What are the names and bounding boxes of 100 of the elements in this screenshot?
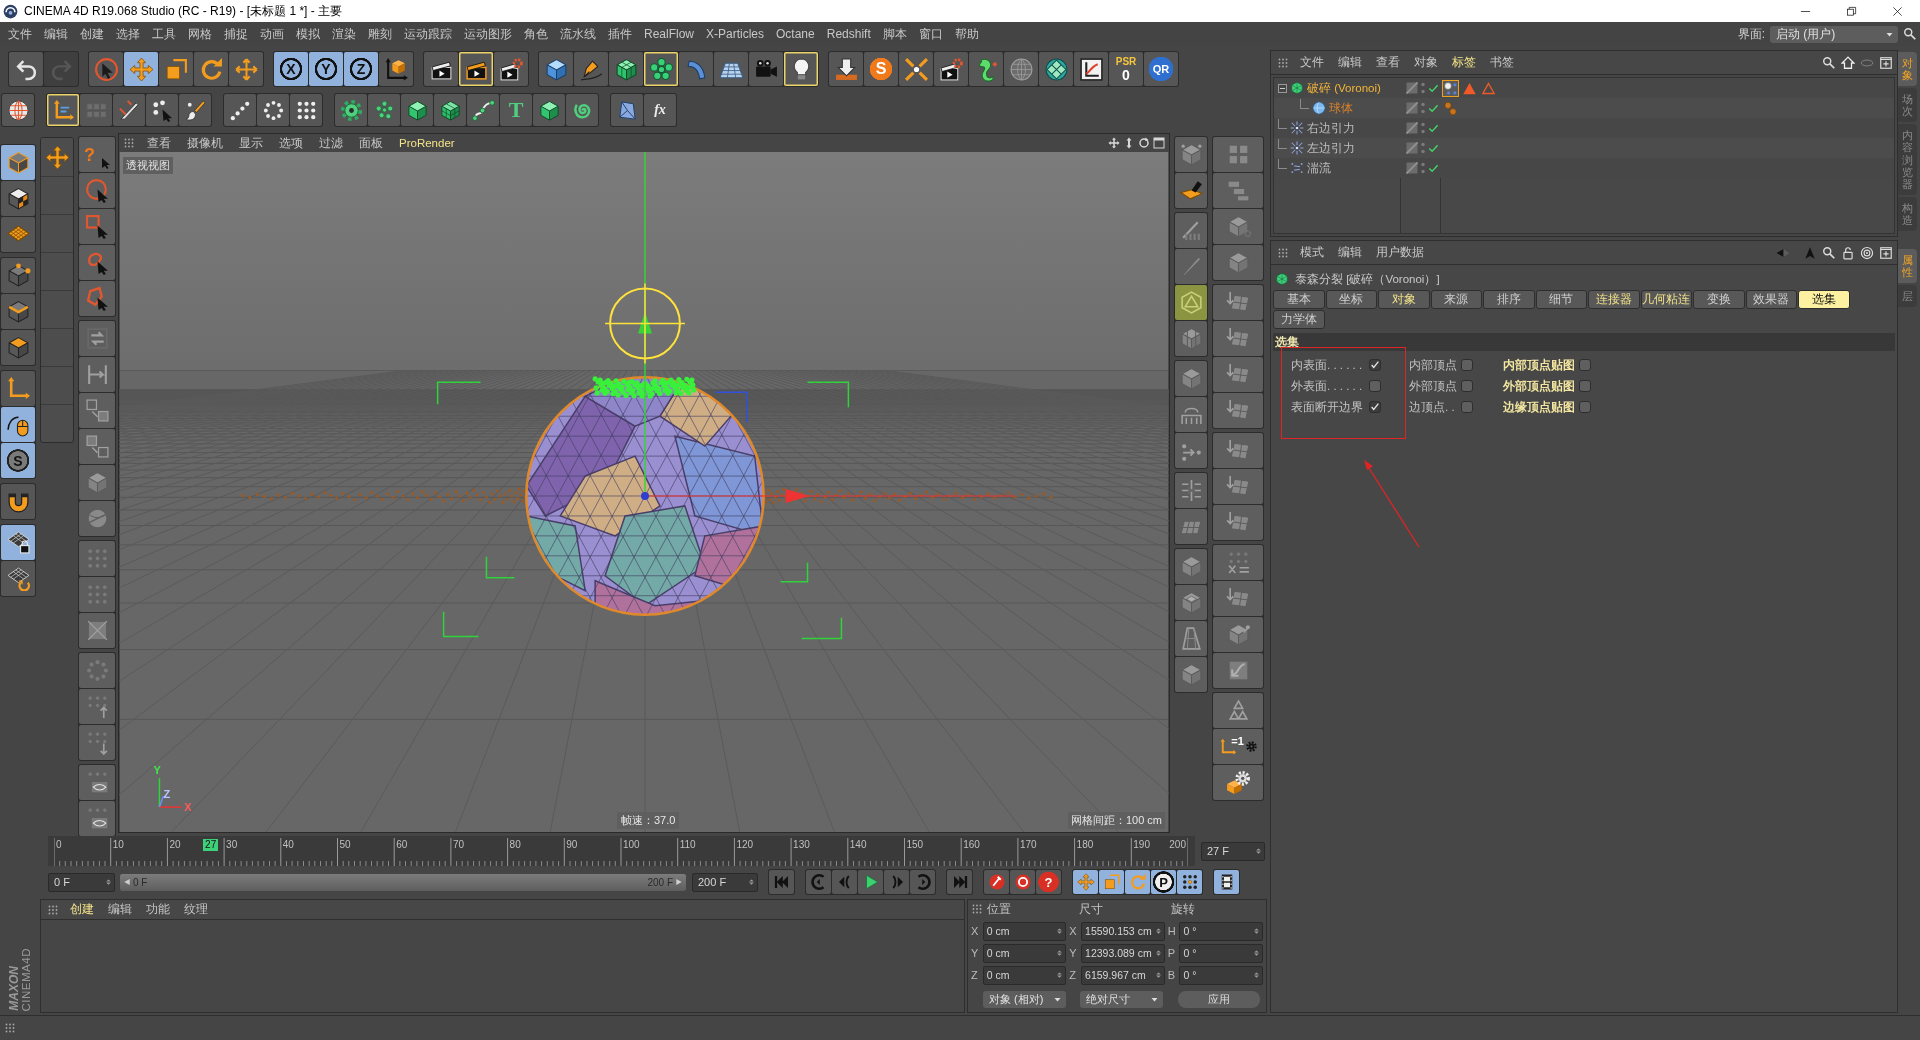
menu-item[interactable]: 编辑 — [101, 902, 139, 917]
visibility-dots-icon[interactable] — [1421, 102, 1425, 114]
snap-button[interactable]: S — [1, 443, 35, 478]
rotate-icon[interactable] — [1138, 137, 1150, 149]
points-cluster-button[interactable] — [368, 94, 400, 126]
clapperboard-button[interactable] — [934, 52, 968, 86]
dynamics-button[interactable] — [829, 52, 863, 86]
checkbox[interactable] — [1369, 359, 1381, 371]
menu-item[interactable]: 用户数据 — [1369, 245, 1431, 260]
qr-button[interactable]: QR — [1144, 52, 1178, 86]
menu-item[interactable]: X-Particles — [700, 25, 771, 43]
cube-gear-button[interactable] — [1213, 765, 1263, 800]
render-settings-button[interactable] — [494, 52, 528, 86]
undo-button[interactable] — [9, 52, 43, 86]
cube-button[interactable] — [401, 94, 433, 126]
start-frame-field[interactable]: 0 F — [48, 872, 115, 892]
point-select-button[interactable] — [146, 94, 178, 126]
parameter-key-button[interactable]: P — [1151, 870, 1176, 894]
position-field[interactable]: 0 cm — [982, 965, 1067, 985]
menu-item[interactable]: 纹理 — [177, 902, 215, 917]
workplane-lock-button[interactable] — [1, 525, 35, 560]
menu-item[interactable]: 创建 — [63, 902, 101, 917]
points-grid-button[interactable] — [290, 94, 322, 126]
plane-button[interactable] — [1175, 509, 1207, 544]
graph-button[interactable] — [1074, 52, 1108, 86]
menu-item[interactable]: 功能 — [139, 902, 177, 917]
wire-cube-button[interactable] — [434, 94, 466, 126]
menu-item[interactable]: 脚本 — [876, 25, 913, 43]
pen-button[interactable] — [574, 52, 608, 86]
tab[interactable]: 细节 — [1535, 290, 1587, 309]
position-field[interactable]: 0 cm — [982, 943, 1067, 963]
rotate-button[interactable] — [194, 52, 228, 86]
search-icon[interactable] — [1822, 245, 1836, 260]
points-up-button[interactable] — [79, 689, 115, 724]
menu-item[interactable]: 帮助 — [948, 25, 985, 43]
menu-item[interactable]: 窗口 — [912, 25, 949, 43]
square-arrow-button[interactable] — [79, 429, 115, 464]
rotation-field[interactable]: 0 ° — [1179, 965, 1264, 985]
tweak-mode-button[interactable] — [1, 407, 35, 442]
tab[interactable]: 几何粘连 — [1640, 290, 1692, 309]
up-arrow-icon[interactable] — [1803, 245, 1817, 260]
auto-key-button[interactable] — [1010, 870, 1035, 894]
menu-item[interactable]: 运动图形 — [458, 25, 518, 43]
tab[interactable]: 排序 — [1483, 290, 1535, 309]
plane-arrow-button[interactable] — [1213, 393, 1263, 428]
points-line-button[interactable] — [224, 94, 256, 126]
menu-item[interactable]: RealFlow — [638, 25, 700, 43]
bridge-button[interactable] — [1175, 397, 1207, 432]
go-to-start-button[interactable] — [769, 870, 794, 894]
workplane-rotate-button[interactable] — [1, 561, 35, 596]
checkbox[interactable] — [1369, 401, 1381, 413]
cloner-button[interactable] — [644, 52, 678, 86]
side-tab[interactable]: 构造 — [1898, 196, 1917, 232]
menu-item[interactable]: 雕刻 — [362, 25, 398, 43]
key-selection-button[interactable]: ? — [1036, 870, 1061, 894]
menu-item[interactable]: 工具 — [146, 25, 182, 43]
spiral-button[interactable] — [566, 94, 598, 126]
timeline-button[interactable] — [1214, 870, 1239, 894]
psr-button[interactable]: PSR 0 — [1109, 52, 1143, 86]
polygons-mode-button[interactable] — [1, 330, 35, 365]
menu-item[interactable]: 过滤 — [311, 135, 351, 151]
point-key-button[interactable] — [1177, 870, 1202, 894]
square-arrow-button[interactable] — [79, 393, 115, 428]
size-field[interactable]: 15590.153 cm — [1081, 921, 1165, 941]
check-icon[interactable] — [1428, 122, 1439, 134]
axis-button[interactable]: =1 — [1213, 729, 1263, 764]
checkbox[interactable] — [1579, 359, 1591, 371]
play-button[interactable] — [858, 870, 883, 894]
mode-dropdown[interactable]: 对象 (相对) — [983, 991, 1066, 1009]
hexagon-button[interactable] — [1175, 285, 1207, 320]
deformer-button[interactable] — [679, 52, 713, 86]
polygon-selection-button[interactable] — [79, 281, 115, 316]
size-field[interactable]: 12393.089 cm — [1081, 943, 1165, 963]
scale-key-button[interactable] — [1099, 870, 1124, 894]
plane-arrow-button[interactable] — [1213, 469, 1263, 504]
move-button[interactable] — [229, 52, 263, 86]
points-mode-button[interactable] — [1, 258, 35, 293]
side-tab[interactable]: 场次 — [1898, 88, 1917, 123]
apply-button[interactable]: 应用 — [1178, 991, 1260, 1009]
size-field[interactable]: 6159.967 cm — [1081, 965, 1165, 985]
globe-button[interactable] — [2, 94, 34, 126]
playhead-marker[interactable]: 27 — [203, 839, 219, 851]
points-down-button[interactable] — [79, 725, 115, 760]
lock-icon[interactable] — [1841, 245, 1855, 260]
lasso-selection-button[interactable] — [79, 245, 115, 280]
tab[interactable]: 力学体 — [1273, 310, 1325, 329]
menu-item[interactable]: 模拟 — [290, 25, 326, 43]
side-tab[interactable]: 属性 — [1898, 249, 1917, 284]
points-eye-button[interactable] — [79, 765, 115, 800]
menu-item[interactable]: 运动跟踪 — [398, 25, 458, 43]
plane-arrow-button[interactable] — [1213, 505, 1263, 540]
menu-item[interactable]: 面板 — [351, 135, 391, 151]
sphere-dots-icon[interactable] — [1443, 80, 1458, 96]
effects-button[interactable]: fx — [644, 94, 676, 126]
tiles-button[interactable] — [80, 94, 112, 126]
current-frame-field[interactable]: 27 F — [1201, 841, 1265, 861]
visibility-dots-icon[interactable] — [1421, 162, 1425, 174]
arrows-button[interactable] — [79, 321, 115, 356]
move-arrows-icon[interactable] — [1108, 137, 1120, 149]
check-icon[interactable] — [1428, 82, 1439, 94]
